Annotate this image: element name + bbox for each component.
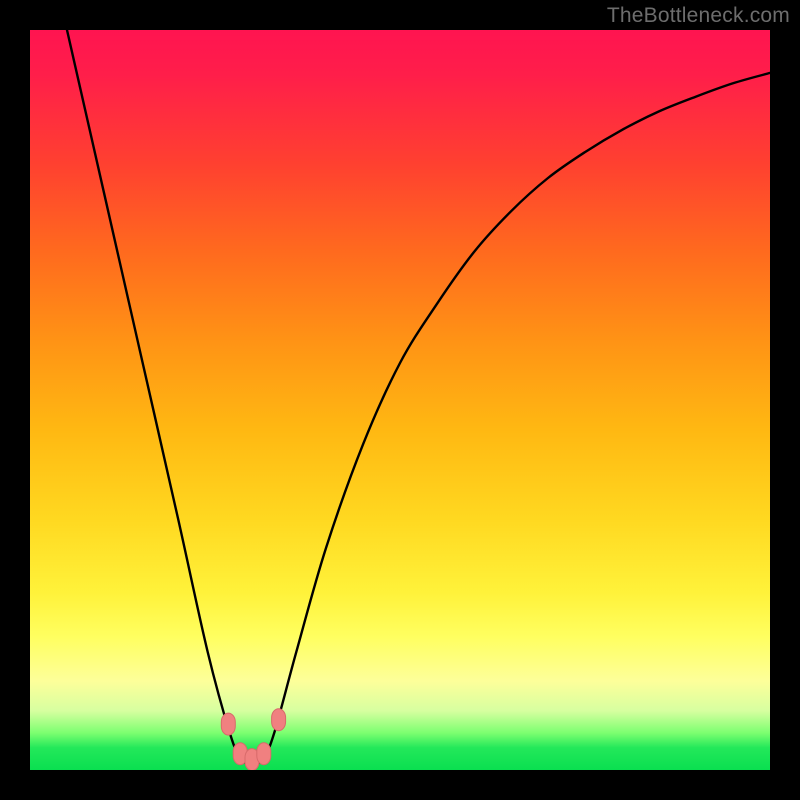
trough-marker (272, 709, 286, 731)
trough-marker (257, 743, 271, 765)
plot-area (30, 30, 770, 770)
curve-layer (30, 30, 770, 770)
watermark-text: TheBottleneck.com (607, 4, 790, 28)
bottleneck-curve (67, 30, 770, 764)
trough-marker (221, 713, 235, 735)
outer-black-frame: TheBottleneck.com (0, 0, 800, 800)
